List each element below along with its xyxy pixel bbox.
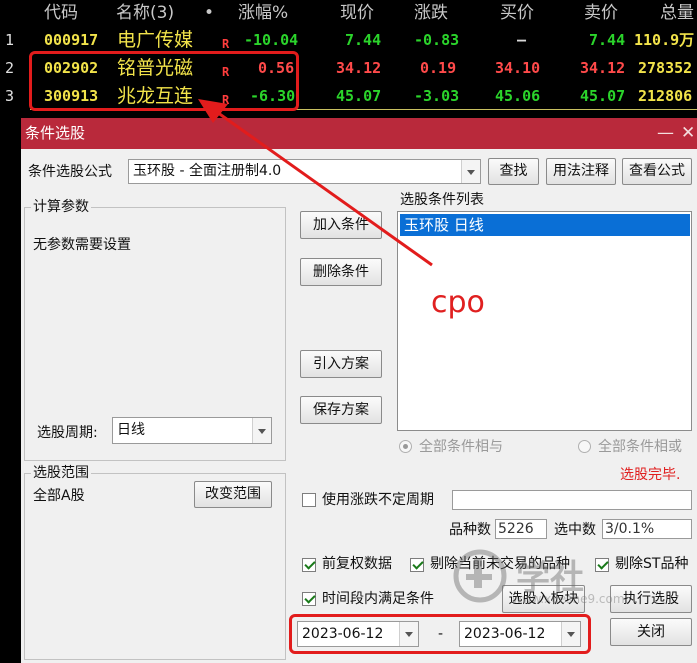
annotation-arrow: [198, 99, 433, 267]
arrow-head-icon: [198, 99, 228, 123]
arrow-line: [213, 108, 433, 267]
highlight-box-dates: [289, 614, 591, 654]
annotation-text: cpo: [431, 285, 485, 320]
